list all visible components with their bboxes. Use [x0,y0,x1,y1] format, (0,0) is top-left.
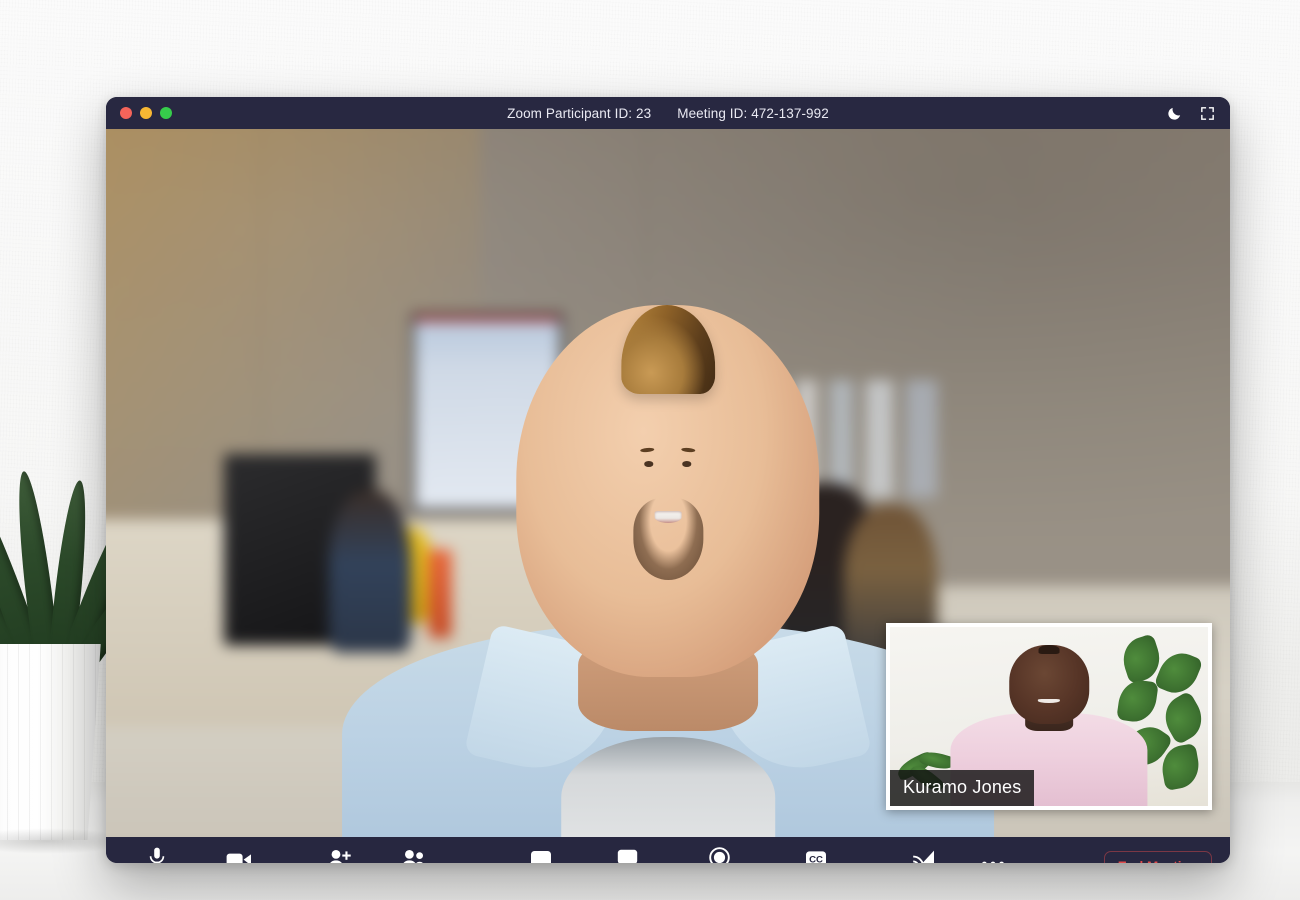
window-titlebar: Zoom Participant ID: 23 Meeting ID: 472-… [106,97,1230,129]
speaker-face [516,304,820,678]
invite-button[interactable]: Invite [312,847,368,863]
minimize-button[interactable] [140,107,152,119]
microphone-icon [149,847,165,863]
meeting-id-label: Meeting ID: 472-137-992 [677,105,829,121]
plant-leaf [1153,646,1204,700]
plant-leaf [1158,743,1203,792]
self-view-face [1009,644,1089,724]
titlebar-actions [1166,105,1216,122]
record-button[interactable]: Record [680,847,759,863]
closed-caption-button[interactable]: CC Closed Caption [758,847,872,863]
speaker-eye [644,461,654,467]
end-meeting-button[interactable]: End Meeting [1103,850,1212,863]
speaker-smile [654,511,682,524]
cc-icon: CC [805,847,827,863]
share-screen-button[interactable]: Share Screen [482,847,600,863]
video-camera-icon [226,847,252,863]
people-icon [401,847,427,863]
dark-mode-icon[interactable] [1166,105,1183,122]
screen-icon [530,847,552,863]
plant-leaf [1116,677,1159,725]
speaker-eyebrow [681,447,696,453]
close-button[interactable] [120,107,132,119]
mute-button[interactable]: Mute [124,847,189,863]
support-button[interactable]: Support [883,847,965,863]
titlebar-info: Zoom Participant ID: 23 Meeting ID: 472-… [106,106,1230,121]
stop-video-button[interactable]: Stop Video [189,847,290,863]
self-view-video: Kuramo Jones [890,627,1208,806]
active-speaker-video[interactable]: Kuramo Jones [106,129,1230,837]
traffic-lights [120,107,172,119]
toolbar-left-group: Mute Stop Video [124,847,1021,863]
zoom-meeting-window: Zoom Participant ID: 23 Meeting ID: 472-… [106,97,1230,863]
participant-id-label: Zoom Participant ID: 23 [507,105,652,121]
person-plus-icon [328,847,352,863]
maximize-button[interactable] [160,107,172,119]
plant-pot [0,644,101,840]
ellipsis-icon [981,847,1005,863]
self-view-hair [1038,644,1060,655]
more-button[interactable]: More [965,847,1021,863]
speaker-eye [682,461,692,467]
record-circle-icon [708,847,730,863]
speaker-hair [620,304,716,395]
self-view-name-label: Kuramo Jones [890,770,1035,806]
participants-button[interactable]: Participants [368,847,461,863]
chat-button[interactable]: Chat [600,847,656,863]
self-view-thumbnail[interactable]: Kuramo Jones [886,623,1212,810]
broadcast-icon [912,847,935,863]
speaker-eyebrow [640,447,655,453]
self-view-smile [1037,698,1061,704]
svg-text:CC: CC [809,854,823,863]
fullscreen-icon[interactable] [1199,105,1216,122]
speech-bubble-icon [617,847,638,863]
meeting-controls-toolbar: Mute Stop Video [106,837,1230,863]
